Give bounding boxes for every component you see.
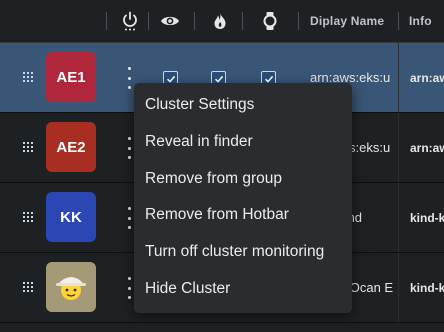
column-divider	[398, 43, 399, 112]
avatar: AE2	[46, 122, 96, 172]
column-label: Info	[409, 14, 432, 28]
header-divider	[242, 12, 243, 30]
avatar: KK	[46, 192, 96, 242]
avatar-initials: AE1	[56, 68, 86, 86]
avatar-initials: KK	[60, 208, 82, 226]
info-text: kind-k	[410, 281, 444, 295]
menu-item-remove-from-group[interactable]: Remove from group	[134, 160, 352, 197]
header-divider	[398, 12, 399, 30]
info-text: arn:aws:	[410, 141, 444, 155]
menu-item-remove-from-hotbar[interactable]: Remove from Hotbar	[134, 196, 352, 233]
header-divider	[298, 12, 299, 30]
table-header: Diplay Name Info	[0, 0, 444, 43]
eye-icon	[158, 9, 182, 33]
header-info[interactable]: Info	[409, 0, 432, 42]
column-divider	[398, 253, 399, 322]
info-text: arn:aws:	[410, 71, 444, 85]
menu-item-turn-off-monitoring[interactable]: Turn off cluster monitoring	[134, 233, 352, 270]
avatar	[46, 262, 96, 312]
header-visibility-column[interactable]	[158, 0, 182, 42]
header-display-name[interactable]: Diplay Name	[310, 0, 384, 42]
person-with-hat-icon	[56, 277, 86, 300]
column-divider	[398, 183, 399, 252]
more-options-icon[interactable]	[124, 67, 134, 89]
header-divider	[148, 12, 149, 30]
column-divider	[398, 113, 399, 182]
menu-item-cluster-settings[interactable]: Cluster Settings	[134, 86, 352, 123]
menu-item-reveal-in-finder[interactable]: Reveal in finder	[134, 123, 352, 160]
avatar-initials: AE2	[56, 138, 86, 156]
context-menu: Cluster Settings Reveal in finder Remove…	[134, 83, 352, 313]
drag-handle-icon[interactable]	[23, 211, 33, 223]
header-divider	[106, 12, 107, 30]
drag-handle-icon[interactable]	[23, 141, 33, 153]
watch-icon	[258, 9, 282, 33]
drag-handle-icon[interactable]	[23, 71, 33, 83]
header-divider	[194, 12, 195, 30]
header-watch-column[interactable]	[258, 0, 282, 42]
header-power-column[interactable]	[118, 0, 142, 42]
more-options-icon[interactable]	[124, 277, 134, 299]
header-hot-column[interactable]	[208, 0, 232, 42]
info-text: kind-k	[410, 211, 444, 225]
column-label: Diplay Name	[310, 14, 385, 28]
avatar: AE1	[46, 52, 96, 102]
flame-icon	[208, 9, 232, 33]
power-icon	[118, 9, 142, 33]
drag-handle-icon[interactable]	[23, 281, 33, 293]
menu-item-hide-cluster[interactable]: Hide Cluster	[134, 270, 352, 307]
more-options-icon[interactable]	[124, 137, 134, 159]
more-options-icon[interactable]	[124, 207, 134, 229]
